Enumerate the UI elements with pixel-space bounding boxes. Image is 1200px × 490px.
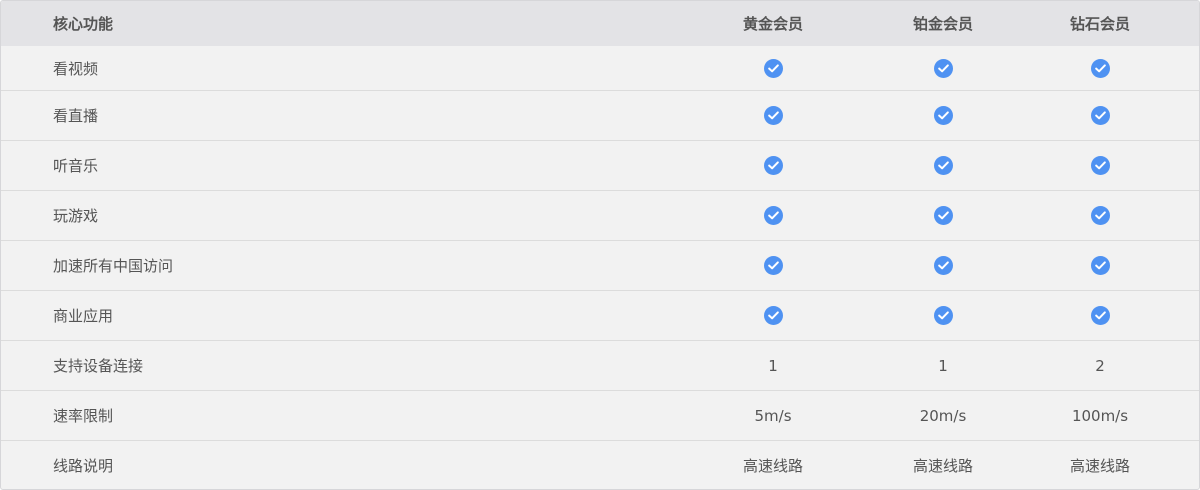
table-row: 线路说明 高速线路 高速线路 高速线路: [1, 441, 1199, 489]
check-circle-icon: [933, 106, 953, 125]
check-circle-icon: [933, 58, 953, 78]
check-circle-icon: [763, 256, 783, 275]
check-circle-icon: [1090, 156, 1110, 175]
cell-platinum: [863, 46, 1023, 90]
feature-label: 商业应用: [53, 307, 114, 325]
table-row: 商业应用: [1, 291, 1199, 341]
header-feature-label: 核心功能: [53, 15, 114, 33]
cell-diamond: [1020, 91, 1180, 140]
cell-diamond: [1020, 141, 1180, 190]
table-row: 速率限制 5m/s 20m/s 100m/s: [1, 391, 1199, 441]
cell-diamond: [1020, 191, 1180, 240]
check-circle-icon: [763, 58, 783, 78]
check-circle-icon: [1090, 206, 1110, 225]
feature-label: 速率限制: [53, 407, 114, 425]
cell-value-diamond: 高速线路: [1069, 456, 1130, 475]
feature-label: 支持设备连接: [53, 357, 144, 375]
cell-value-platinum: 高速线路: [912, 456, 973, 475]
check-circle-icon: [763, 156, 783, 175]
feature-label: 玩游戏: [53, 207, 99, 225]
check-circle-icon: [1090, 106, 1110, 125]
cell-diamond: [1020, 46, 1180, 90]
table-row: 支持设备连接 1 1 2: [1, 341, 1199, 391]
cell-gold: [693, 46, 853, 90]
feature-label: 加速所有中国访问: [53, 257, 174, 275]
check-circle-icon: [763, 306, 783, 325]
check-circle-icon: [1090, 58, 1110, 78]
cell-value-gold: 5m/s: [754, 406, 792, 425]
feature-label: 看视频: [53, 59, 99, 78]
cell-value-gold: 1: [768, 356, 778, 375]
cell-diamond: [1020, 291, 1180, 340]
check-circle-icon: [1090, 306, 1110, 325]
cell-platinum: [863, 141, 1023, 190]
cell-gold: [693, 141, 853, 190]
check-circle-icon: [763, 106, 783, 125]
check-circle-icon: [763, 206, 783, 225]
check-circle-icon: [933, 206, 953, 225]
check-circle-icon: [933, 306, 953, 325]
cell-gold: [693, 241, 853, 290]
table-row: 看视频: [1, 46, 1199, 91]
table-row: 听音乐: [1, 141, 1199, 191]
feature-label: 听音乐: [53, 157, 99, 175]
table-row: 加速所有中国访问: [1, 241, 1199, 291]
cell-gold: [693, 91, 853, 140]
table-row: 看直播: [1, 91, 1199, 141]
table-row: 玩游戏: [1, 191, 1199, 241]
header-plan-gold: 黄金会员: [742, 15, 803, 33]
cell-value-diamond: 100m/s: [1071, 406, 1129, 425]
cell-platinum: [863, 241, 1023, 290]
cell-platinum: [863, 291, 1023, 340]
cell-gold: [693, 191, 853, 240]
header-plan-platinum: 铂金会员: [912, 15, 973, 33]
cell-value-platinum: 20m/s: [919, 406, 967, 425]
cell-value-platinum: 1: [938, 356, 948, 375]
check-circle-icon: [1090, 256, 1110, 275]
check-circle-icon: [933, 256, 953, 275]
check-circle-icon: [933, 156, 953, 175]
cell-platinum: [863, 91, 1023, 140]
header-plan-diamond: 钻石会员: [1069, 15, 1130, 33]
feature-label: 线路说明: [53, 456, 114, 475]
cell-value-diamond: 2: [1095, 356, 1105, 375]
feature-label: 看直播: [53, 107, 99, 125]
cell-platinum: [863, 191, 1023, 240]
cell-diamond: [1020, 241, 1180, 290]
cell-gold: [693, 291, 853, 340]
table-header: 核心功能 黄金会员 铂金会员 钻石会员: [1, 1, 1199, 46]
membership-comparison-table: 核心功能 黄金会员 铂金会员 钻石会员 看视频看直播听音乐玩游戏加速所有中国访问…: [0, 0, 1200, 490]
cell-value-gold: 高速线路: [742, 456, 803, 475]
